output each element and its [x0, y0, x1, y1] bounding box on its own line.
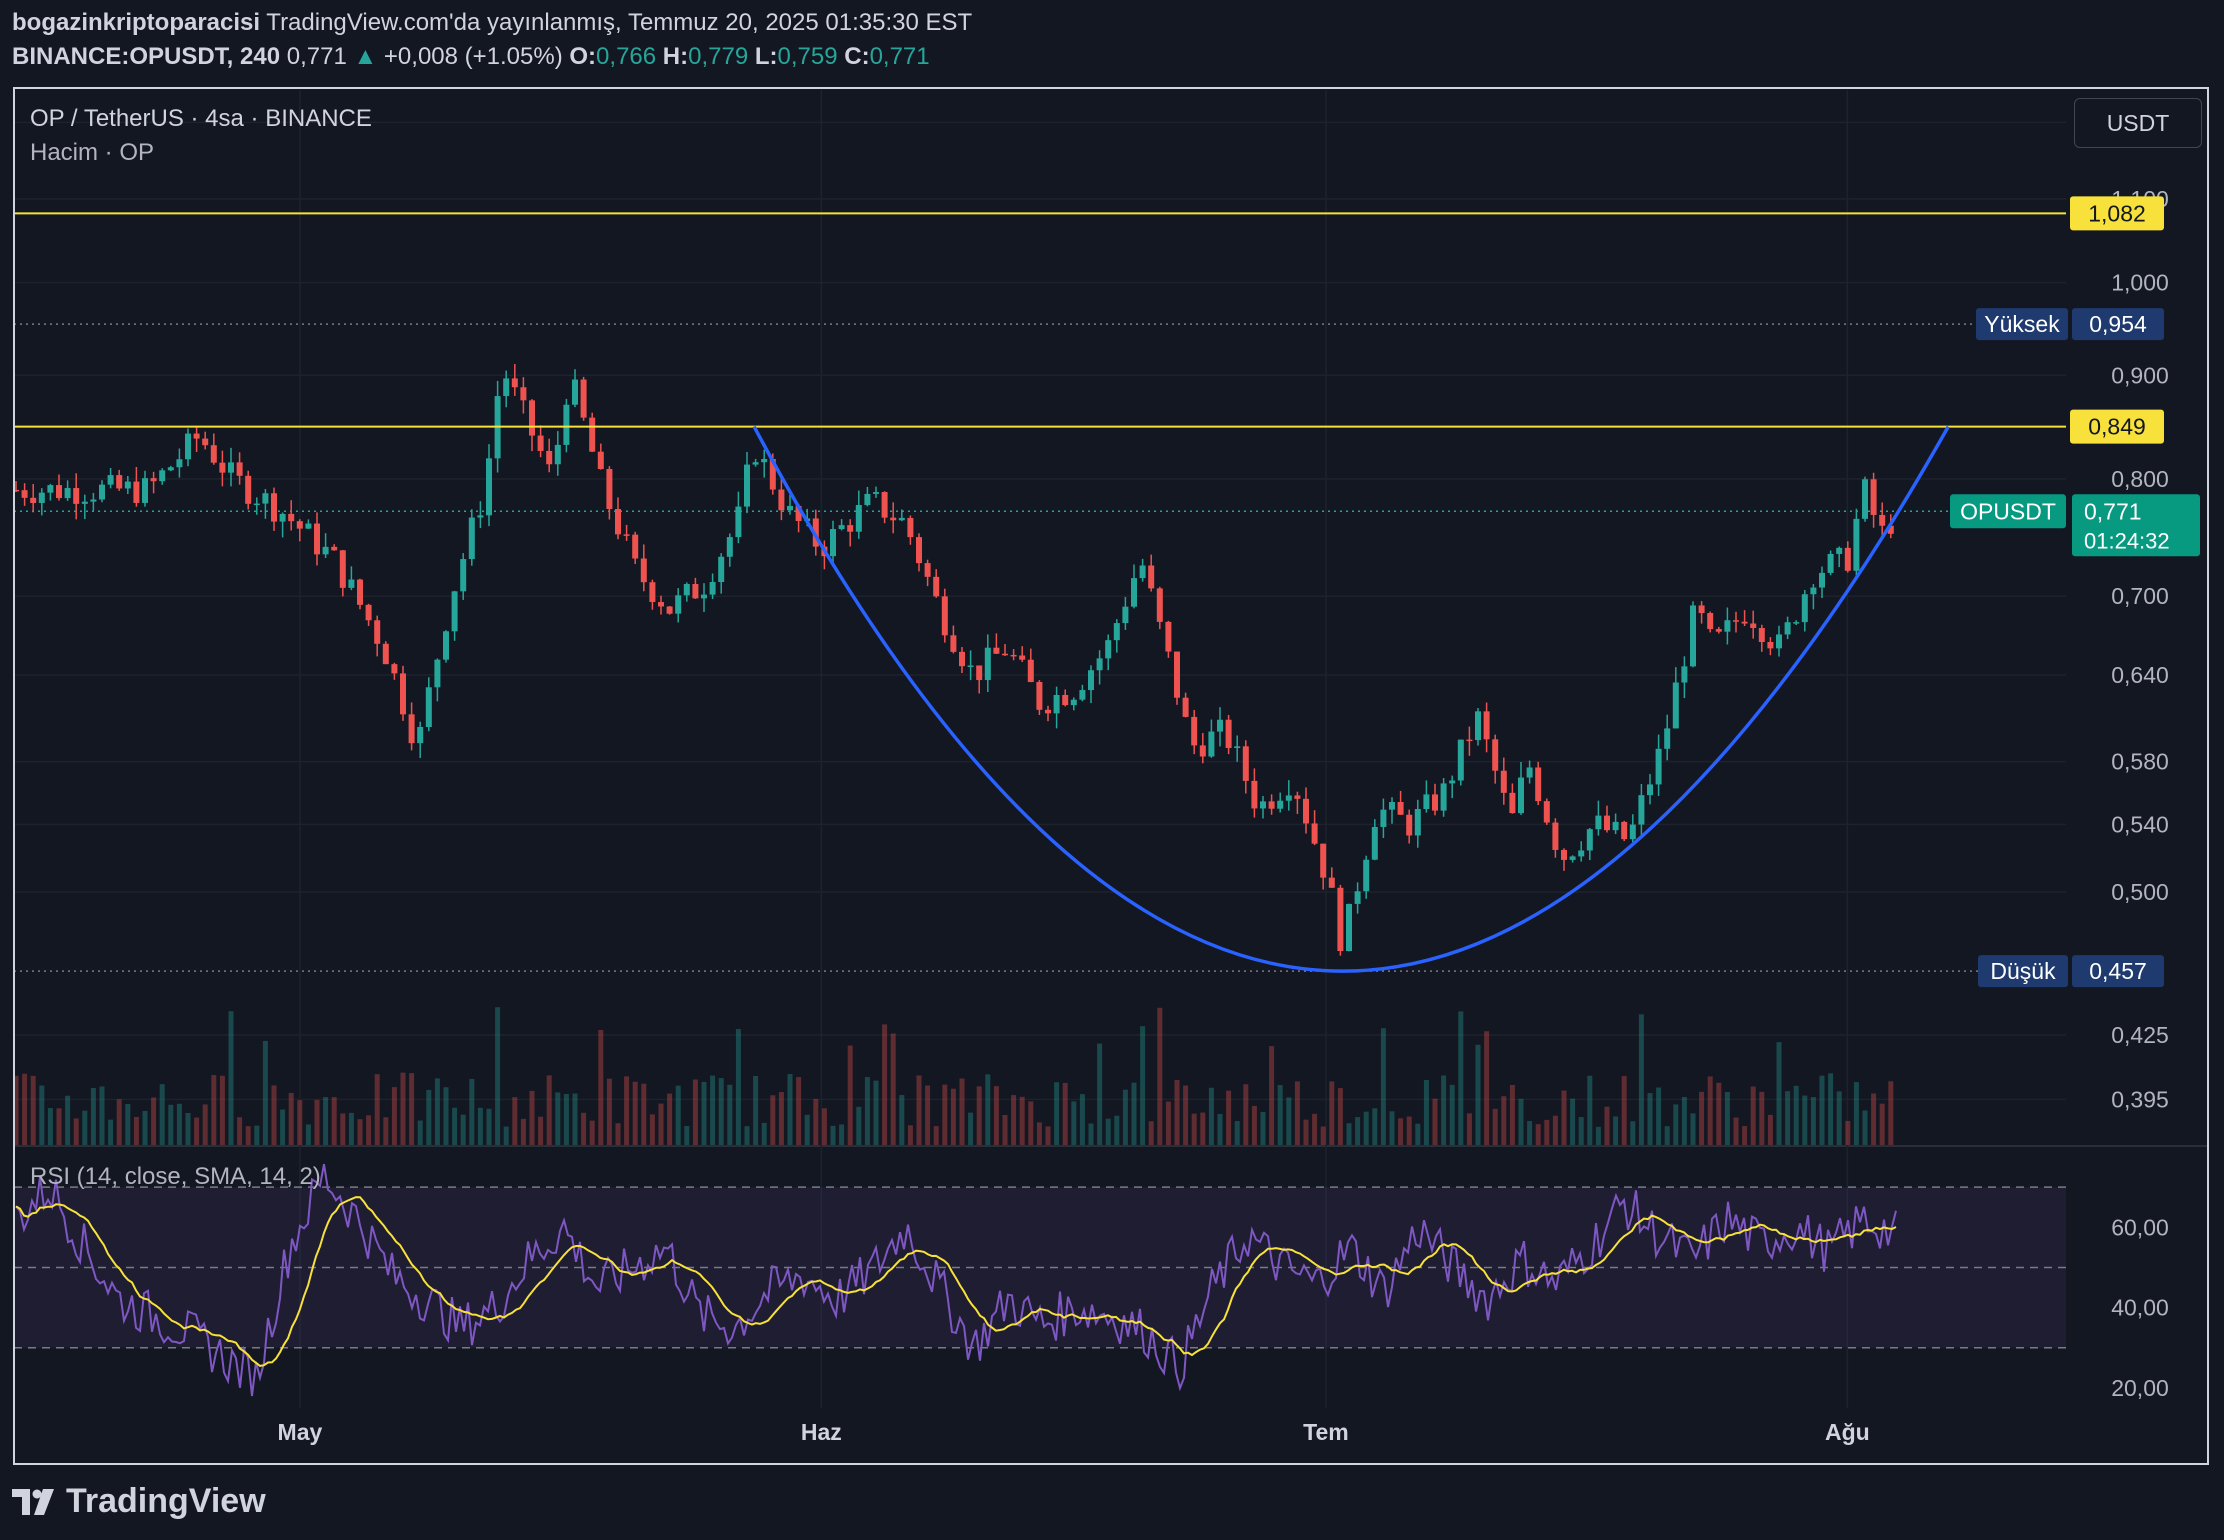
tradingview-logo-icon: [12, 1488, 54, 1515]
tradingview-brand: TradingView: [66, 1482, 266, 1520]
chart-frame: [13, 87, 2209, 1465]
chart-title: OP / TetherUS · 4sa · BINANCE: [30, 105, 372, 132]
rsi-legend: RSI (14, close, SMA, 14, 2): [30, 1163, 321, 1190]
chart-legend: OP / TetherUS · 4sa · BINANCE Hacim · OP: [30, 102, 372, 170]
currency-button[interactable]: USDT: [2074, 98, 2202, 148]
volume-legend: Hacim · OP: [30, 139, 155, 166]
tradingview-logo[interactable]: TradingView: [12, 1482, 266, 1521]
